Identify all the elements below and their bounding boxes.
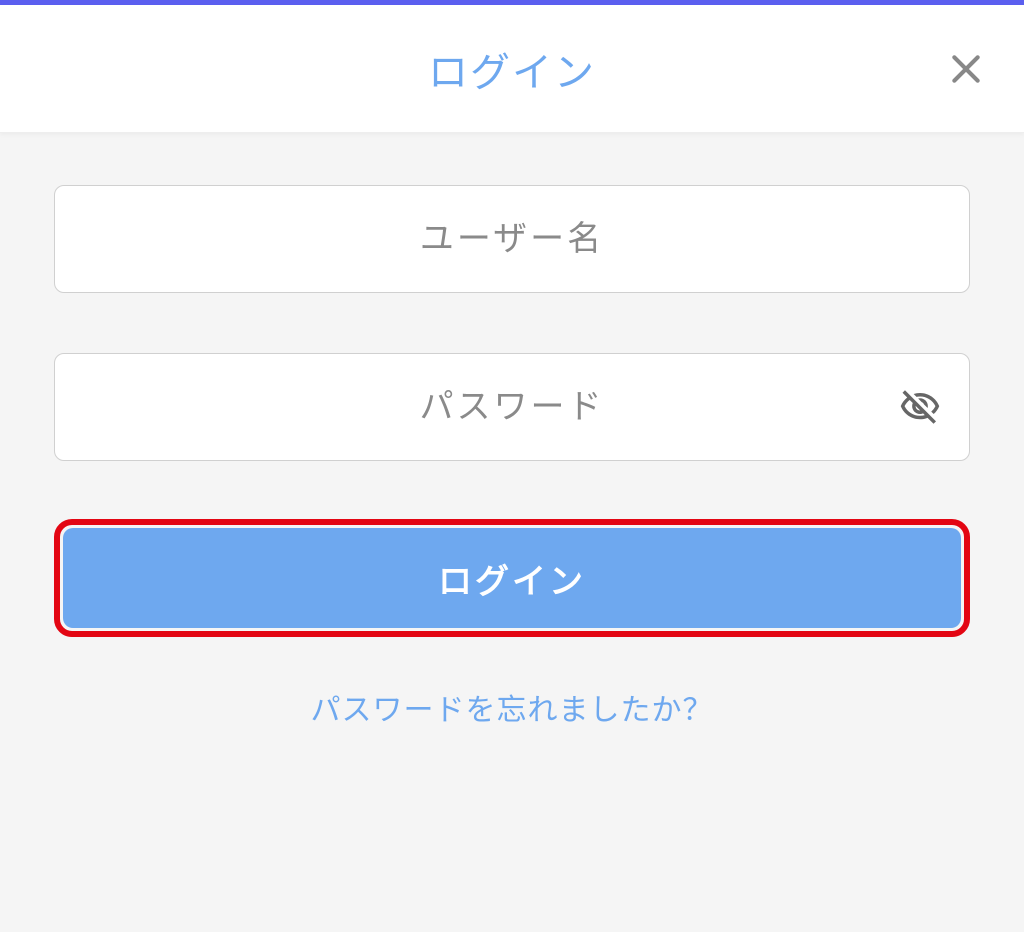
login-button[interactable]: ログイン [63, 528, 961, 628]
eye-off-icon [899, 386, 941, 428]
modal-header: ログイン [0, 5, 1024, 133]
page-title: ログイン [428, 40, 596, 98]
login-button-highlight: ログイン [54, 519, 970, 637]
username-input[interactable] [54, 185, 970, 293]
toggle-password-visibility[interactable] [898, 385, 942, 429]
password-field-wrapper [54, 353, 970, 461]
close-icon [946, 49, 986, 89]
password-input[interactable] [54, 353, 970, 461]
close-button[interactable] [942, 45, 990, 93]
username-field-wrapper [54, 185, 970, 293]
forgot-password-link[interactable]: パスワードを忘れましたか？ [54, 685, 970, 729]
login-form: ログイン パスワードを忘れましたか？ [0, 133, 1024, 729]
